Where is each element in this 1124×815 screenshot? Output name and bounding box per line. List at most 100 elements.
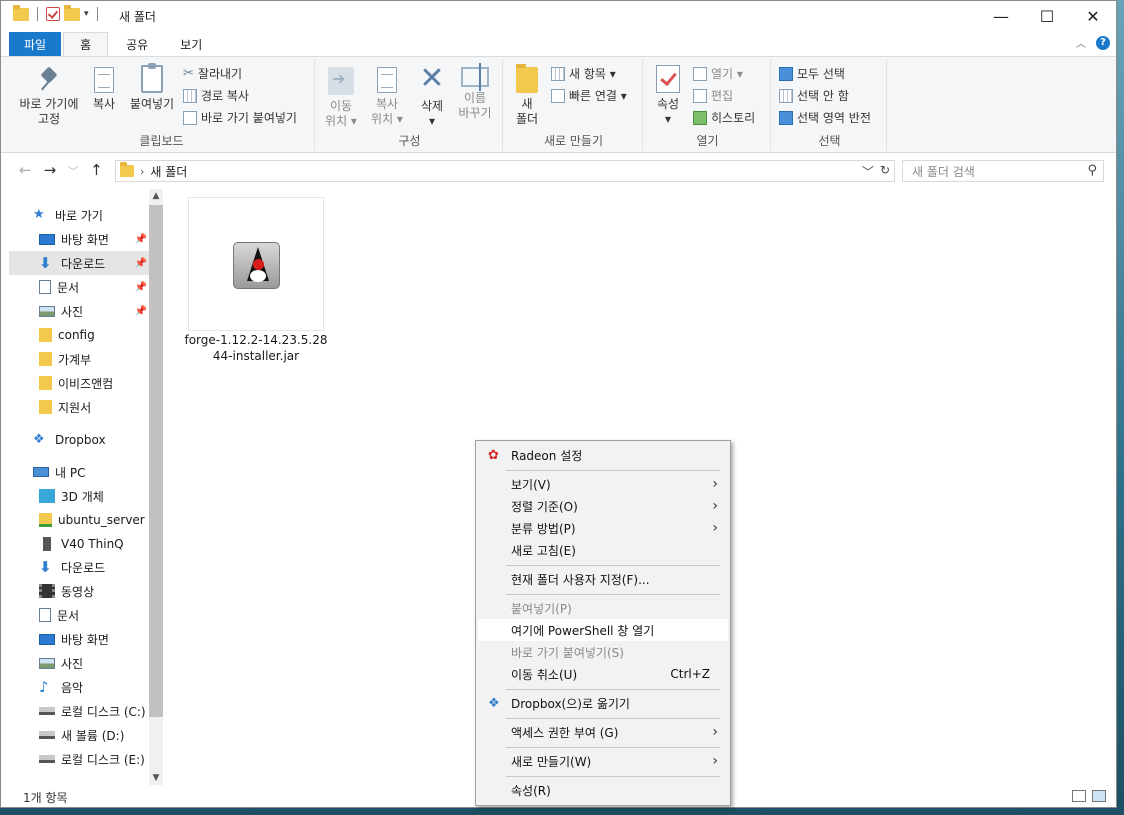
select-none-button[interactable]: 선택 안 함	[779, 87, 849, 104]
sidebar-item-3d-objects[interactable]: 3D 개체	[9, 484, 149, 508]
copy-button[interactable]: 복사	[89, 67, 119, 112]
open-button[interactable]: 열기 ▾	[693, 65, 743, 82]
sidebar-item-drive-e[interactable]: 로컬 디스크 (E:)	[9, 747, 149, 771]
copy-to-button[interactable]: 복사 위치 ▾	[367, 67, 407, 127]
paste-button[interactable]: 붙여넣기	[125, 63, 179, 112]
file-name[interactable]: forge-1.12.2-14.23.5.28 44-installer.jar	[183, 332, 329, 364]
easy-access-button[interactable]: 빠른 연결 ▾	[551, 87, 627, 104]
delete-label: 삭제	[420, 99, 444, 113]
scroll-down-arrow-icon[interactable]: ▼	[149, 771, 163, 785]
sidebar-item-pictures[interactable]: 사진 📌	[9, 299, 149, 323]
menu-item-customize-folder[interactable]: 현재 폴더 사용자 지정(F)...	[478, 568, 728, 590]
sidebar-item-ebiz[interactable]: 이비즈앤컴	[9, 371, 149, 395]
cut-button[interactable]: ✂ 잘라내기	[183, 65, 242, 82]
menu-item-radeon-settings[interactable]: ✿ Radeon 설정	[478, 444, 728, 466]
sidebar-item-applications[interactable]: 지원서	[9, 395, 149, 419]
rename-button[interactable]: 이름 바꾸기	[455, 63, 495, 121]
refresh-icon[interactable]: ↻	[880, 163, 890, 180]
help-icon[interactable]: ?	[1096, 35, 1110, 50]
sidebar-item-pc-downloads[interactable]: ⬇ 다운로드	[9, 555, 149, 579]
menu-item-refresh[interactable]: 새로 고침(E)	[478, 539, 728, 561]
address-history-chevron-icon[interactable]: ﹀	[862, 163, 874, 180]
large-icons-view-icon[interactable]	[1092, 790, 1106, 802]
collapse-ribbon-icon[interactable]: ︿	[1076, 35, 1086, 50]
sidebar-item-drive-d[interactable]: 새 볼륨 (D:)	[9, 723, 149, 747]
menu-item-label: 정렬 기준(O)	[511, 499, 578, 514]
menu-item-sort-by[interactable]: 정렬 기준(O) ›	[478, 495, 728, 517]
recent-locations-chevron-icon[interactable]: ﹀	[68, 163, 78, 178]
menu-item-view[interactable]: 보기(V) ›	[478, 473, 728, 495]
tab-file[interactable]: 파일	[9, 32, 62, 56]
delete-button[interactable]: ✕ 삭제 ▾	[415, 64, 449, 129]
new-item-icon	[551, 66, 565, 81]
breadcrumb-chevron-icon[interactable]: ›	[140, 165, 144, 178]
sidebar-item-music[interactable]: ♪ 음악	[9, 675, 149, 699]
history-button[interactable]: 히스토리	[693, 109, 755, 126]
menu-item-move-to-dropbox[interactable]: ❖ Dropbox(으)로 옮기기	[478, 692, 728, 714]
menu-item-label: 현재 폴더 사용자 지정(F)...	[511, 572, 650, 587]
new-folder-icon[interactable]	[64, 4, 80, 21]
tab-home[interactable]: 홈	[63, 32, 109, 56]
rename-label-line2: 바꾸기	[458, 106, 492, 120]
sidebar-item-this-pc[interactable]: 내 PC	[33, 460, 161, 484]
properties-icon[interactable]	[46, 7, 60, 21]
file-item[interactable]	[188, 197, 324, 331]
menu-item-properties[interactable]: 속성(R)	[478, 779, 728, 801]
menu-item-give-access[interactable]: 액세스 권한 부여 (G) ›	[478, 721, 728, 743]
menu-item-group-by[interactable]: 분류 방법(P) ›	[478, 517, 728, 539]
breadcrumb-current[interactable]: 새 폴더	[150, 163, 187, 180]
sidebar-item-dropbox[interactable]: ❖ Dropbox	[33, 428, 161, 452]
menu-item-open-powershell[interactable]: 여기에 PowerShell 창 열기	[478, 619, 728, 641]
computer-icon	[33, 467, 49, 477]
scroll-up-arrow-icon[interactable]: ▲	[149, 189, 163, 203]
drive-icon	[39, 707, 55, 715]
sidebar-item-v40-thinq[interactable]: V40 ThinQ	[9, 532, 149, 556]
menu-item-label: 보기(V)	[511, 477, 551, 492]
file-name-line2: 44-installer.jar	[212, 349, 300, 363]
sidebar-item-videos[interactable]: 동영상	[9, 579, 149, 603]
tab-view[interactable]: 보기	[164, 32, 218, 56]
sidebar-item-ubuntu-server[interactable]: ubuntu_server	[9, 508, 149, 532]
sidebar-item-drive-c[interactable]: 로컬 디스크 (C:)	[9, 699, 149, 723]
select-all-button[interactable]: 모두 선택	[779, 65, 845, 82]
search-placeholder: 새 폴더 검색	[912, 164, 975, 179]
sidebar-item-quick-access[interactable]: ★ 바로 가기	[33, 203, 161, 227]
sidebar-item-pc-pictures[interactable]: 사진	[9, 651, 149, 675]
minimize-button[interactable]: —	[978, 1, 1024, 31]
new-item-button[interactable]: 새 항목 ▾	[551, 65, 616, 82]
menu-item-label: 붙여넣기(P)	[511, 601, 572, 616]
tab-share[interactable]: 공유	[110, 32, 164, 56]
menu-item-label: 여기에 PowerShell 창 열기	[511, 623, 655, 638]
sidebar-item-downloads[interactable]: ⬇ 다운로드 📌	[9, 251, 149, 275]
forward-arrow-icon[interactable]: →	[44, 161, 57, 179]
details-view-icon[interactable]	[1072, 790, 1086, 802]
move-to-button[interactable]: 이동 위치 ▾	[321, 67, 361, 129]
sidebar-item-config[interactable]: config	[9, 323, 149, 347]
copy-path-button[interactable]: 경로 복사	[183, 87, 249, 104]
sidebar-item-documents[interactable]: 문서 📌	[9, 275, 149, 299]
paste-shortcut-button[interactable]: 바로 가기 붙여넣기	[183, 109, 297, 126]
properties-button[interactable]: 속성 ▾	[651, 65, 685, 127]
sidebar-item-pc-documents[interactable]: 문서	[9, 603, 149, 627]
edit-button[interactable]: 편집	[693, 87, 733, 104]
search-input[interactable]: 새 폴더 검색 ⚲	[902, 160, 1104, 182]
back-arrow-icon[interactable]: ←	[19, 161, 32, 179]
menu-item-undo-move[interactable]: 이동 취소(U) Ctrl+Z	[478, 663, 728, 685]
maximize-button[interactable]: ☐	[1024, 1, 1070, 31]
up-arrow-icon[interactable]: ↑	[90, 161, 103, 179]
properties-dropdown: ▾	[664, 112, 672, 126]
navigation-pane-scrollbar[interactable]: ▲ ▼	[149, 189, 163, 785]
search-icon[interactable]: ⚲	[1087, 163, 1097, 178]
dropbox-icon: ❖	[488, 696, 500, 711]
pin-to-quick-access-button[interactable]: 바로 가기에 고정	[13, 67, 85, 127]
menu-item-new[interactable]: 새로 만들기(W) ›	[478, 750, 728, 772]
sidebar-item-desktop[interactable]: 바탕 화면 📌	[9, 227, 149, 251]
close-button[interactable]: ✕	[1070, 1, 1116, 31]
address-bar[interactable]: › 새 폴더 ﹀ ↻	[115, 160, 895, 182]
customize-toolbar-dropdown-icon[interactable]: ▾	[84, 9, 89, 19]
scrollbar-thumb[interactable]	[149, 205, 163, 717]
invert-selection-button[interactable]: 선택 영역 반전	[779, 109, 871, 126]
new-folder-button[interactable]: 새 폴더	[509, 64, 545, 127]
sidebar-item-budget[interactable]: 가계부	[9, 347, 149, 371]
sidebar-item-pc-desktop[interactable]: 바탕 화면	[9, 627, 149, 651]
